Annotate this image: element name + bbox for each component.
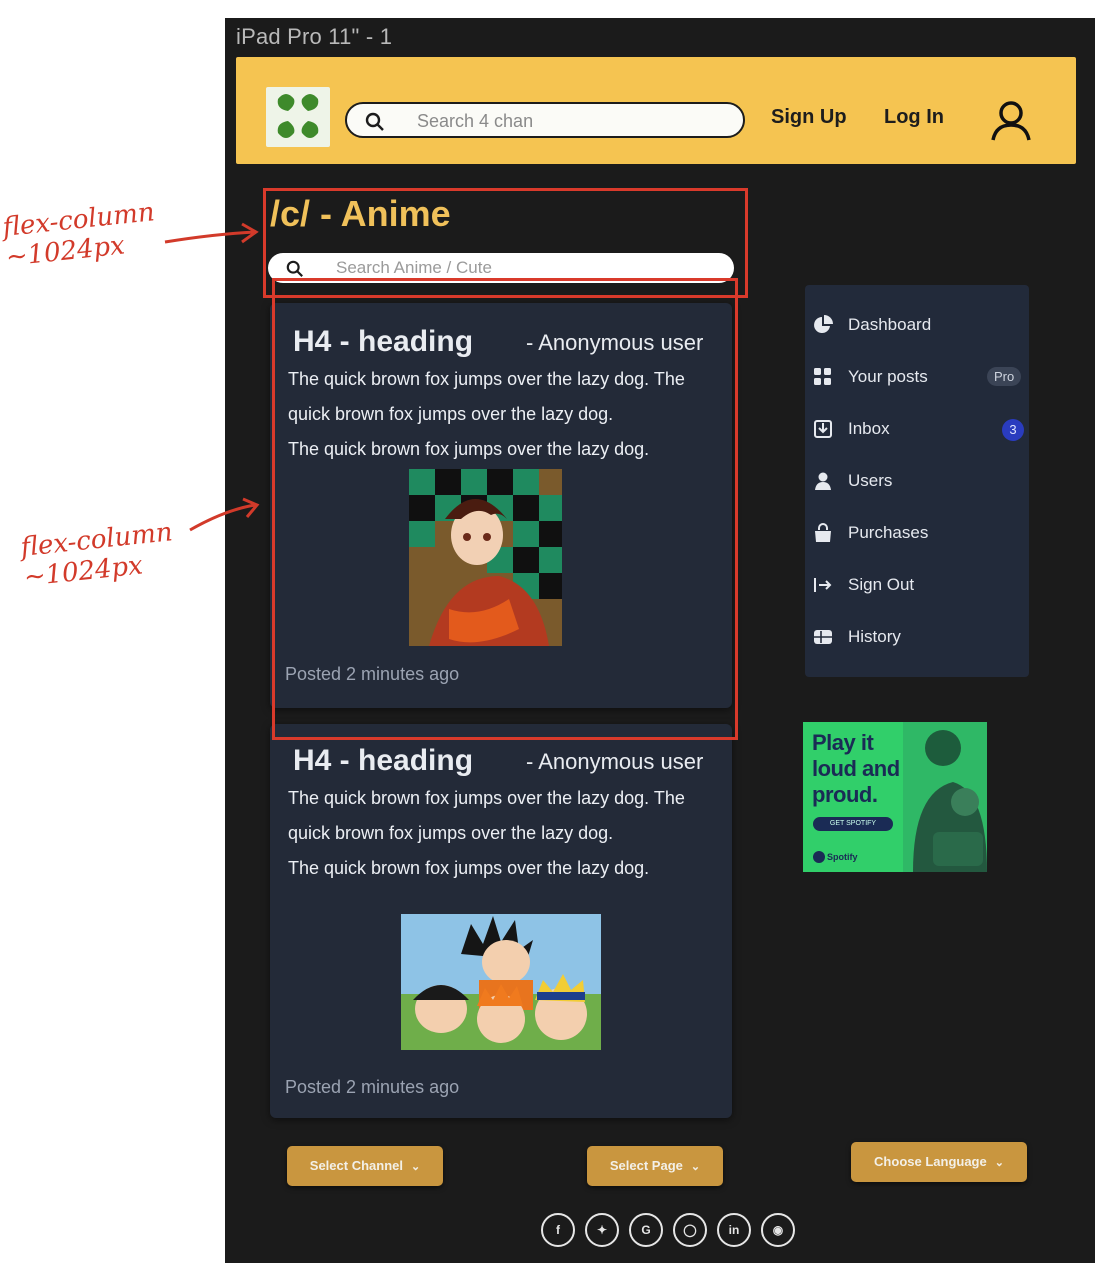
ad-brand: Spotify [827, 852, 858, 862]
spotify-ad[interactable]: Play it loud and proud. GET SPOTIFY Spot… [803, 722, 987, 872]
login-link[interactable]: Log In [884, 106, 944, 129]
facebook-icon[interactable]: f [541, 1213, 575, 1247]
header-search[interactable]: Search 4 chan [345, 102, 745, 138]
sidebar-item-label: Inbox [848, 419, 890, 438]
annotation-box-post [272, 278, 738, 740]
frame-title: iPad Pro 11" - 1 [236, 24, 393, 49]
sidebar-item-label: Your posts [848, 367, 928, 386]
dropdown-label: Select Channel [309, 1158, 403, 1173]
post-author: - Anonymous user [526, 749, 704, 774]
choose-language-dropdown[interactable]: Choose Language ⌄ [851, 1142, 1027, 1182]
grid-icon [814, 368, 831, 385]
sidebar-item-users[interactable]: Users [805, 461, 1029, 501]
clover-logo[interactable] [266, 87, 330, 147]
pro-badge: Pro [987, 367, 1022, 386]
inbox-icon [814, 420, 832, 438]
dropdown-label: Choose Language [874, 1154, 987, 1169]
search-placeholder: Search 4 chan [417, 111, 534, 131]
user-icon [815, 472, 831, 490]
spotify-logo-icon [813, 851, 825, 863]
search-icon [365, 112, 384, 131]
shopping-bag-icon [815, 523, 831, 542]
annotation-arrow [189, 497, 260, 532]
sidebar-menu: Dashboard Your posts Pro Inbox 3 Users P… [805, 285, 1029, 677]
sidebar-item-label: Dashboard [848, 315, 932, 334]
ad-headline: Play it loud and proud. [812, 730, 900, 807]
inbox-count-badge: 3 [1002, 419, 1024, 441]
sign-out-icon [814, 578, 832, 592]
instagram-icon[interactable]: ◯ [673, 1213, 707, 1247]
clover-icon [277, 94, 319, 138]
signup-link[interactable]: Sign Up [771, 106, 847, 129]
post-card[interactable]: H4 - heading - Anonymous user The quick … [270, 724, 732, 1118]
sidebar-item-label: History [848, 627, 901, 646]
chevron-down-icon: ⌄ [410, 1161, 421, 1173]
user-profile-icon[interactable] [988, 100, 1034, 147]
sidebar-item-dashboard[interactable]: Dashboard [805, 305, 1029, 345]
select-page-dropdown[interactable]: Select Page ⌄ [587, 1146, 723, 1186]
pie-chart-icon [814, 315, 833, 333]
google-icon[interactable]: G [629, 1213, 663, 1247]
chevron-down-icon: ⌄ [994, 1157, 1004, 1169]
sidebar-item-purchases[interactable]: Purchases [805, 513, 1029, 553]
linkedin-icon[interactable]: in [717, 1213, 751, 1247]
sidebar-item-sign-out[interactable]: Sign Out [805, 565, 1029, 605]
select-channel-dropdown[interactable]: Select Channel ⌄ [287, 1146, 443, 1186]
sidebar-item-history[interactable]: History [805, 617, 1029, 657]
sidebar-item-label: Sign Out [848, 575, 915, 594]
post-heading: H4 - heading [293, 744, 474, 777]
sidebar-item-label: Users [848, 471, 893, 490]
dropdown-label: Select Page [609, 1158, 683, 1173]
twitter-icon[interactable]: ✦ [585, 1213, 619, 1247]
annotation-note: flex-column ~1024px [19, 517, 174, 593]
post-body-text: The quick brown fox jumps over the lazy … [288, 788, 685, 843]
post-image[interactable] [401, 914, 601, 1050]
annotation-arrow [164, 222, 259, 244]
post-timestamp: Posted 2 minutes ago [285, 1077, 460, 1097]
sidebar-item-inbox[interactable]: Inbox 3 [805, 409, 1029, 449]
sidebar-item-label: Purchases [848, 523, 929, 542]
ad-cta-button[interactable]: GET SPOTIFY [813, 817, 893, 831]
chevron-down-icon: ⌄ [690, 1161, 701, 1173]
table-icon [814, 630, 832, 644]
annotation-note: flex-column ~1024px [1, 197, 156, 273]
github-icon[interactable]: ◉ [761, 1213, 795, 1247]
post-body-text: The quick brown fox jumps over the lazy … [288, 858, 650, 878]
sidebar-item-your-posts[interactable]: Your posts Pro [805, 357, 1029, 397]
